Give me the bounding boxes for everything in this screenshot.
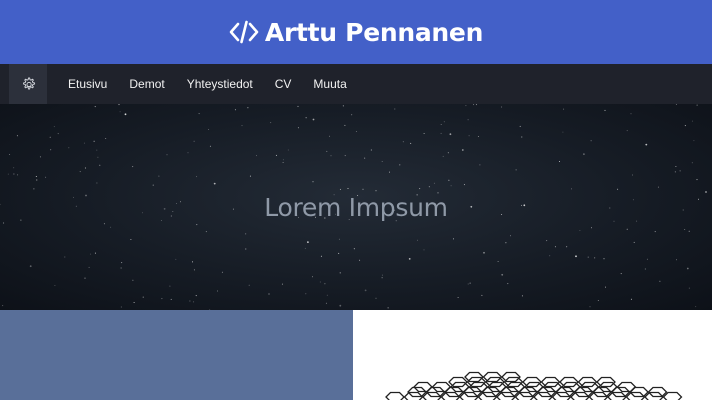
nav-link-cv[interactable]: CV xyxy=(264,77,303,91)
nav-link-demot[interactable]: Demot xyxy=(118,77,175,91)
right-image-panel xyxy=(353,310,712,400)
nav-link-muuta[interactable]: Muuta xyxy=(302,77,357,91)
code-icon xyxy=(229,20,259,44)
nav-link-etusivu[interactable]: Etusivu xyxy=(57,77,118,91)
main-navbar: Etusivu Demot Yhteystiedot CV Muuta xyxy=(0,64,712,104)
hero-title: Lorem Impsum xyxy=(264,192,448,222)
hero-banner: Lorem Impsum xyxy=(0,104,712,310)
gear-icon xyxy=(22,77,35,89)
hexagon-structure-image xyxy=(385,371,683,400)
brand[interactable]: Arttu Pennanen xyxy=(229,18,483,47)
nav-link-yhteystiedot[interactable]: Yhteystiedot xyxy=(176,77,264,91)
left-color-panel xyxy=(0,310,353,400)
site-header: Arttu Pennanen xyxy=(0,0,712,64)
site-title: Arttu Pennanen xyxy=(264,17,484,47)
nav-links: Etusivu Demot Yhteystiedot CV Muuta xyxy=(57,77,358,91)
settings-button[interactable] xyxy=(9,64,47,104)
